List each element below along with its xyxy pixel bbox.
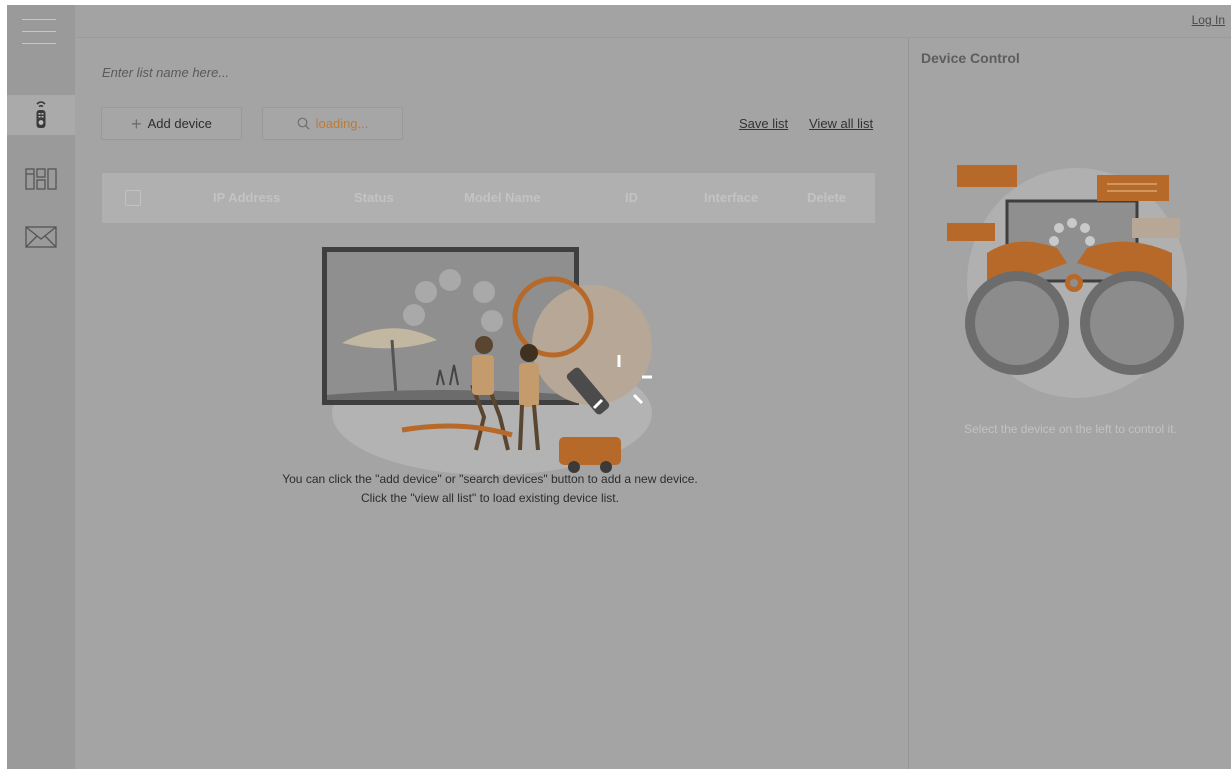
- device-list-panel: + Add device loading... Save list View a…: [75, 38, 908, 769]
- device-table-header: IP Address Status Model Name ID Interfac…: [102, 173, 875, 223]
- hamburger-menu-icon[interactable]: [22, 19, 56, 45]
- sidebar-item-remote[interactable]: [7, 95, 75, 135]
- device-control-panel: Device Control Select the device on the …: [908, 38, 1231, 769]
- binoculars-illustration: [947, 165, 1187, 398]
- plus-icon: +: [131, 113, 142, 134]
- empty-state-message: You can click the "add device" or "searc…: [175, 470, 805, 508]
- column-header-id[interactable]: ID: [625, 190, 638, 205]
- column-header-interface[interactable]: Interface: [704, 190, 758, 205]
- remote-control-icon: [36, 101, 46, 128]
- sidebar-item-layout[interactable]: [7, 159, 75, 199]
- sidebar: [7, 5, 75, 769]
- save-list-link[interactable]: Save list: [739, 116, 788, 131]
- column-header-delete[interactable]: Delete: [807, 190, 846, 205]
- app-window: Log In + Add device loading... Save list…: [7, 5, 1231, 769]
- search-devices-button[interactable]: loading...: [262, 107, 403, 140]
- empty-state-line-1: You can click the "add device" or "searc…: [282, 472, 698, 486]
- mail-icon: [25, 226, 57, 248]
- device-control-message: Select the device on the left to control…: [964, 422, 1177, 436]
- column-header-ip[interactable]: IP Address: [213, 190, 280, 205]
- sidebar-item-mail[interactable]: [7, 217, 75, 257]
- top-bar: Log In: [75, 5, 1231, 38]
- add-device-button[interactable]: + Add device: [101, 107, 242, 140]
- select-all-checkbox[interactable]: [125, 190, 141, 206]
- view-all-list-link[interactable]: View all list: [809, 116, 873, 131]
- add-device-label: Add device: [147, 116, 212, 131]
- layout-panels-icon: [25, 168, 57, 190]
- search-icon: [297, 117, 310, 130]
- column-header-status[interactable]: Status: [354, 190, 394, 205]
- empty-state-illustration: [322, 247, 652, 475]
- search-status-label: loading...: [315, 116, 369, 131]
- column-header-model-name[interactable]: Model Name: [464, 190, 541, 205]
- device-control-title: Device Control: [921, 50, 1020, 66]
- login-link[interactable]: Log In: [1192, 13, 1225, 27]
- empty-state-line-2: Click the "view all list" to load existi…: [361, 491, 619, 505]
- list-name-input[interactable]: [102, 65, 402, 80]
